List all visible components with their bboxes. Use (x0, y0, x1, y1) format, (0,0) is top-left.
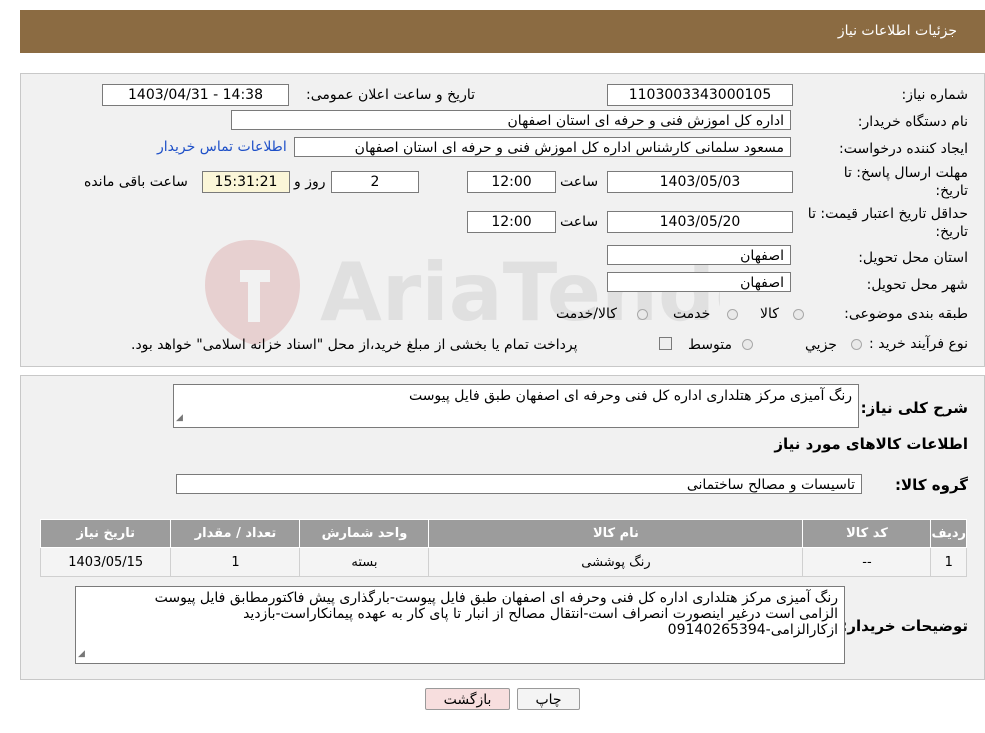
buyer-notes-textarea[interactable]: رنگ آمیزی مرکز هتلداری اداره کل فنی وحرف… (75, 586, 845, 664)
validity-time-field: 12:00 (467, 211, 556, 233)
payment-note: پرداخت تمام یا بخشی از مبلغ خرید،از محل … (131, 337, 578, 353)
print-button[interactable]: چاپ (517, 688, 580, 710)
col-date: تاریخ نیاز (39, 519, 172, 548)
purchase-radio-minor[interactable] (851, 339, 862, 350)
deadline-label-date: تاریخ: (935, 183, 968, 199)
city-label: شهر محل تحویل: (866, 277, 968, 293)
back-button[interactable]: بازگشت (425, 688, 510, 710)
page-header: جزئیات اطلاعات نیاز (20, 10, 985, 53)
announce-value: 1403/04/31 - 14:38 (128, 87, 263, 103)
buyer-notes-line-2: الزامی است درغیر اینصورت انصراف است-انتق… (243, 606, 838, 622)
purchase-option-minor: جزیي (805, 337, 837, 353)
cell-qty: 1 (170, 547, 301, 577)
col-unit: واحد شمارش (299, 519, 430, 548)
creator-field: مسعود سلمانی کارشناس اداره کل اموزش فنی … (294, 137, 791, 157)
remaining-time-field: 15:31:21 (202, 171, 290, 193)
category-radio-both[interactable] (637, 309, 648, 320)
resize-grip-icon[interactable]: ◢ (176, 410, 183, 426)
goods-table: ردیف کد کالا نام کالا واحد شمارش تعداد /… (39, 519, 967, 577)
days-field: 2 (331, 171, 419, 193)
province-label: استان محل تحویل: (858, 250, 968, 266)
province-field: اصفهان (607, 245, 791, 265)
purchase-option-medium: متوسط (688, 337, 732, 353)
announce-label: تاریخ و ساعت اعلان عمومی: (306, 87, 475, 103)
goods-table-header: ردیف کد کالا نام کالا واحد شمارش تعداد /… (39, 519, 967, 548)
cell-name: رنگ پوششی (428, 547, 804, 577)
buyer-org-field: اداره کل اموزش فنی و حرفه ای استان اصفها… (231, 110, 791, 130)
page-title: جزئیات اطلاعات نیاز (837, 23, 957, 39)
category-label: طبقه بندی موضوعی: (844, 306, 968, 322)
validity-label: حداقل تاریخ اعتبار قیمت: تا (807, 206, 968, 222)
buyer-notes-label: توضیحات خریدار: (841, 617, 968, 635)
buyer-notes-line-3: ازکارالزامی-09140265394 (667, 622, 838, 638)
col-code: کد کالا (802, 519, 932, 548)
goods-group-label: گروه کالا: (895, 476, 968, 494)
creator-label: ایجاد کننده درخواست: (839, 141, 968, 157)
summary-text: رنگ آمیزی مرکز هتلداری اداره کل فنی وحرف… (408, 388, 852, 404)
category-radio-service[interactable] (727, 309, 738, 320)
city-field: اصفهان (607, 272, 791, 292)
cell-unit: بسته (299, 547, 430, 577)
purchase-radio-medium[interactable] (742, 339, 753, 350)
category-radio-goods[interactable] (793, 309, 804, 320)
col-qty: تعداد / مقدار (170, 519, 301, 548)
validity-date-field: 1403/05/20 (607, 211, 793, 233)
deadline-date-field: 1403/05/03 (607, 171, 793, 193)
resize-grip-icon[interactable]: ◢ (78, 646, 85, 662)
payment-checkbox[interactable] (659, 337, 672, 350)
remaining-label: ساعت باقی مانده (84, 174, 188, 190)
table-row: 1 -- رنگ پوششی بسته 1 1403/05/15 (39, 547, 967, 577)
goods-section-title: اطلاعات کالاهای مورد نیاز (774, 435, 968, 453)
contact-info-link[interactable]: اطلاعات تماس خریدار (157, 139, 287, 155)
buyer-notes-line-1: رنگ آمیزی مرکز هتلداری اداره کل فنی وحرف… (154, 590, 838, 606)
summary-label: شرح کلی نیاز: (860, 399, 968, 417)
need-number-label: شماره نیاز: (901, 87, 969, 103)
col-name: نام کالا (428, 519, 804, 548)
cell-row: 1 (930, 547, 967, 577)
purchase-type-label: نوع فرآیند خرید : (869, 336, 968, 352)
validity-time-label: ساعت (560, 214, 599, 230)
announce-field: 1403/04/31 - 14:38 (102, 84, 289, 106)
category-option-service: خدمت (673, 306, 711, 322)
validity-label-date: تاریخ: (935, 224, 968, 240)
deadline-label: مهلت ارسال پاسخ: تا (843, 165, 968, 181)
cell-date: 1403/05/15 (39, 547, 172, 577)
buyer-org-label: نام دستگاه خریدار: (857, 114, 968, 130)
deadline-time-label: ساعت (560, 174, 599, 190)
category-option-both: کالا/خدمت (556, 306, 617, 322)
summary-textarea[interactable]: رنگ آمیزی مرکز هتلداری اداره کل فنی وحرف… (173, 384, 859, 428)
goods-group-field: تاسیسات و مصالح ساختمانی (176, 474, 862, 494)
category-option-goods: کالا (760, 306, 779, 322)
need-number-field: 1103003343000105 (607, 84, 793, 106)
deadline-time-field: 12:00 (467, 171, 556, 193)
cell-code: -- (802, 547, 932, 577)
days-label: روز و (294, 174, 326, 190)
col-row: ردیف (930, 519, 967, 548)
